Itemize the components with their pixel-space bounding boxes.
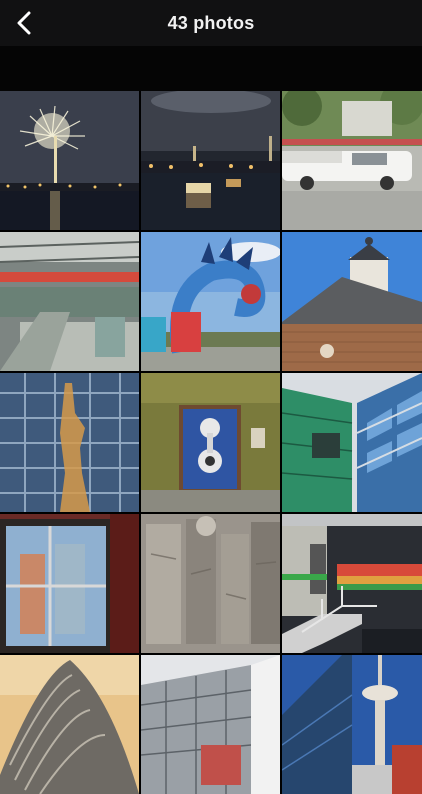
curved-tower-image xyxy=(0,655,139,794)
photo-grid xyxy=(0,91,422,794)
graffiti-door-image xyxy=(141,373,280,512)
photo-thumbnail-station-hall[interactable] xyxy=(0,232,139,371)
chevron-left-icon xyxy=(17,11,31,35)
fireworks-image xyxy=(0,91,139,230)
photo-thumbnail-stone-sculpture[interactable] xyxy=(141,514,280,653)
photo-thumbnail-modern-green-facade[interactable] xyxy=(282,373,422,512)
navigation-bar: 43 photos xyxy=(0,0,422,46)
harbor-image xyxy=(141,91,280,230)
sculpture-image xyxy=(141,232,280,371)
photo-thumbnail-sea-serpent-sculpture[interactable] xyxy=(141,232,280,371)
photo-thumbnail-glass-facade-reflection[interactable] xyxy=(0,373,139,512)
tv-tower-image xyxy=(282,655,422,794)
photo-thumbnail-curved-tower[interactable] xyxy=(0,655,139,794)
stone-sculpture-image xyxy=(141,514,280,653)
photo-thumbnail-fireworks[interactable] xyxy=(0,91,139,230)
header-spacer xyxy=(0,46,422,91)
green-facade-image xyxy=(282,373,422,512)
photo-thumbnail-white-limousine[interactable] xyxy=(282,91,422,230)
photo-thumbnail-window-reflection[interactable] xyxy=(0,514,139,653)
page-title: 43 photos xyxy=(167,12,255,33)
back-button[interactable] xyxy=(6,5,42,41)
church-image xyxy=(282,232,422,371)
office-building-image xyxy=(141,655,280,794)
photo-thumbnail-office-building[interactable] xyxy=(141,655,280,794)
photo-thumbnail-modern-interior-stairs[interactable] xyxy=(282,514,422,653)
interior-stairs-image xyxy=(282,514,422,653)
photo-thumbnail-tv-tower[interactable] xyxy=(282,655,422,794)
photo-thumbnail-harbor-night[interactable] xyxy=(141,91,280,230)
photo-thumbnail-brick-church[interactable] xyxy=(282,232,422,371)
glass-facade-image xyxy=(0,373,139,512)
station-hall-image xyxy=(0,232,139,371)
photo-thumbnail-graffiti-door[interactable] xyxy=(141,373,280,512)
limousine-image xyxy=(282,91,422,230)
window-reflection-image xyxy=(0,514,139,653)
